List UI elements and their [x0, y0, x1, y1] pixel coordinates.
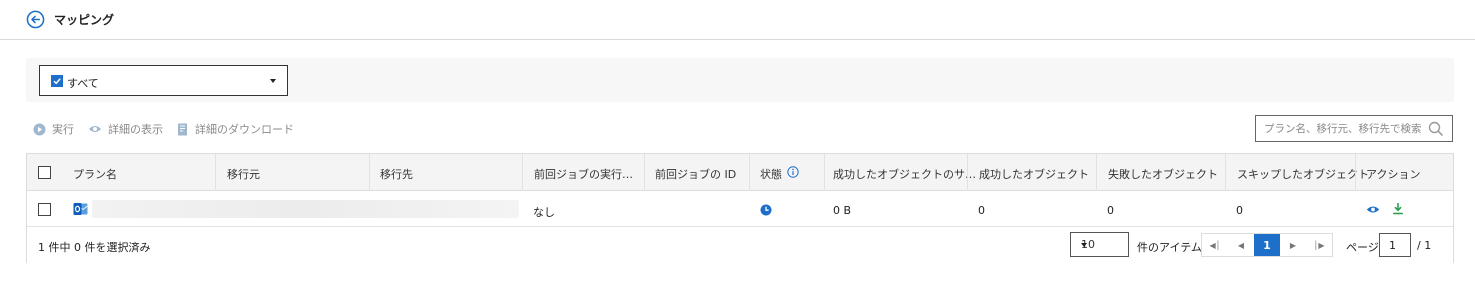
last-page-button[interactable]: │▶ — [1306, 234, 1332, 256]
chevron-down-icon — [270, 79, 276, 83]
column-divider — [1225, 154, 1226, 191]
search-icon[interactable] — [1428, 121, 1444, 137]
page-title: マッピング — [54, 13, 115, 27]
back-arrow-icon[interactable] — [26, 10, 45, 29]
page-label: ページ — [1346, 241, 1379, 254]
download-details-label: 詳細のダウンロード — [195, 123, 294, 136]
search-input[interactable] — [1264, 121, 1424, 137]
eye-icon[interactable] — [1366, 205, 1380, 214]
table-row[interactable]: なし 0 B 0 0 0 — [27, 191, 1453, 227]
pagination: ◀│ ◀ 1 ▶ │▶ — [1201, 233, 1333, 257]
column-status[interactable]: 状態 — [760, 166, 782, 182]
column-last-job-run[interactable]: 前回ジョブの実行… — [534, 166, 633, 182]
cell-succeeded-objects: 0 — [978, 204, 985, 217]
play-icon — [33, 123, 46, 135]
toolbar: 実行 詳細の表示 詳細のダウンロード — [33, 121, 308, 137]
page-total: / 1 — [1417, 239, 1432, 252]
row-checkbox[interactable] — [38, 203, 51, 216]
column-divider — [1096, 154, 1097, 191]
outlook-icon — [73, 203, 88, 215]
column-destination[interactable]: 移行先 — [380, 166, 413, 182]
column-divider — [824, 154, 825, 191]
page-header: マッピング — [0, 0, 1475, 40]
eye-icon — [89, 126, 101, 132]
clock-icon — [760, 204, 772, 216]
page-number-input[interactable] — [1379, 233, 1411, 257]
cell-succeeded-size: 0 B — [833, 204, 852, 217]
download-icon[interactable] — [1392, 202, 1404, 215]
previous-page-button[interactable]: ◀ — [1228, 234, 1254, 256]
info-icon[interactable] — [787, 166, 799, 178]
items-label: 件のアイテム — [1137, 241, 1202, 254]
filter-value: すべて — [67, 77, 99, 90]
column-succeeded-objects[interactable]: 成功したオブジェクト — [979, 166, 1089, 182]
checkbox-icon — [51, 75, 63, 87]
view-details-button[interactable]: 詳細の表示 — [88, 121, 163, 137]
column-succeeded-size[interactable]: 成功したオブジェクトのサ… — [833, 166, 976, 182]
column-divider — [522, 154, 523, 191]
first-page-button[interactable]: ◀│ — [1202, 234, 1228, 256]
download-details-button[interactable]: 詳細のダウンロード — [177, 121, 294, 137]
view-details-label: 詳細の表示 — [108, 123, 163, 136]
table-header: プラン名 移行元 移行先 前回ジョブの実行… 前回ジョブの ID 状態 成功した… — [27, 154, 1453, 191]
column-divider — [369, 154, 370, 191]
select-all-checkbox[interactable] — [38, 166, 51, 179]
chevron-down-icon — [1081, 243, 1087, 247]
mapping-table: プラン名 移行元 移行先 前回ジョブの実行… 前回ジョブの ID 状態 成功した… — [26, 153, 1454, 263]
page-button-current[interactable]: 1 — [1254, 234, 1280, 256]
cell-skipped-objects: 0 — [1236, 204, 1243, 217]
column-divider — [967, 154, 968, 191]
next-page-button[interactable]: ▶ — [1280, 234, 1306, 256]
cell-last-job-run: なし — [533, 206, 555, 219]
filter-dropdown[interactable]: すべて — [39, 65, 288, 96]
page-size-dropdown[interactable]: 10 — [1070, 232, 1129, 257]
search-box — [1255, 115, 1453, 142]
column-actions: アクション — [1366, 168, 1421, 181]
cell-failed-objects: 0 — [1107, 204, 1114, 217]
column-skipped-objects[interactable]: スキップしたオブジェクト — [1237, 166, 1369, 182]
run-label: 実行 — [52, 123, 74, 136]
document-download-icon — [178, 123, 187, 135]
table-footer: 1 件中 0 件を選択済み 10 件のアイテム ◀│ ◀ 1 ▶ │▶ ページ … — [27, 227, 1453, 263]
column-divider — [644, 154, 645, 191]
column-divider — [1355, 154, 1356, 191]
column-divider — [749, 154, 750, 191]
run-button[interactable]: 実行 — [33, 121, 74, 137]
column-source[interactable]: 移行元 — [227, 166, 260, 182]
column-divider — [215, 154, 216, 191]
selection-count: 1 件中 0 件を選択済み — [38, 241, 151, 254]
column-failed-objects[interactable]: 失敗したオブジェクト — [1108, 166, 1218, 182]
column-plan-name[interactable]: プラン名 — [73, 166, 117, 182]
column-last-job-id[interactable]: 前回ジョブの ID — [655, 166, 736, 182]
